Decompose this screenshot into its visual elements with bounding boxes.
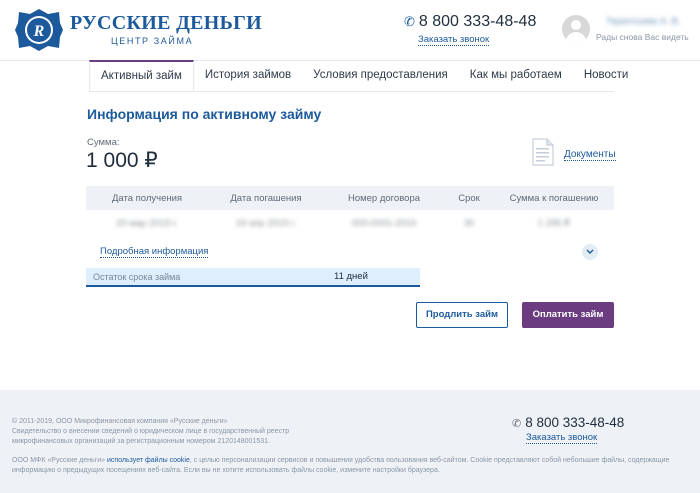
site-header: R РУССКИЕ ДЕНЬГИ ЦЕНТР ЗАЙМА ✆ 8 800 333-… <box>0 0 700 60</box>
table-cell: 30 <box>463 217 475 229</box>
table-row: 20 мар 2019 г. 19 апр 2019 г. 000-0001-2… <box>86 210 614 236</box>
term-label: Остаток срока займа <box>93 272 181 282</box>
header-phone[interactable]: ✆ 8 800 333-48-48 <box>404 13 536 31</box>
table-cell: 20 мар 2019 г. <box>116 217 178 229</box>
table-cell: 000-0001-2019 <box>351 217 417 229</box>
header-phone-number: 8 800 333-48-48 <box>418 13 537 30</box>
extend-loan-button[interactable]: Продлить займ <box>416 302 508 328</box>
tab-active-loan[interactable]: Активный займ <box>89 60 194 92</box>
footer-cert-line2: микрофинансовых организаций за регистрац… <box>12 438 270 445</box>
callback-link[interactable]: Заказать звонок <box>418 34 490 46</box>
chevron-down-icon <box>586 249 594 254</box>
table-header: Дата получения Дата погашения Номер дого… <box>86 186 614 210</box>
header-cell-repay-date: Дата погашения <box>230 192 302 204</box>
tabs-bottom-divider <box>89 91 614 92</box>
brand-subtitle: ЦЕНТР ЗАЙМА <box>111 36 194 46</box>
tab-news[interactable]: Новости <box>573 60 640 92</box>
term-value: 11 дней <box>334 271 368 282</box>
document-icon[interactable] <box>532 138 554 166</box>
amount-label: Сумма: <box>87 137 120 148</box>
pay-loan-button[interactable]: Оплатить займ <box>522 302 614 328</box>
footer-cert-line1: Свидетельство о внесении сведений о юрид… <box>12 428 290 435</box>
tab-loan-history[interactable]: История займов <box>194 60 302 92</box>
cookie-prefix: ООО МФК «Русские деньги» <box>12 457 106 464</box>
svg-text:R: R <box>33 23 45 40</box>
tab-conditions[interactable]: Условия предоставления <box>302 60 459 92</box>
header-cell-term: Срок <box>458 192 480 204</box>
phone-icon: ✆ <box>512 418 522 430</box>
footer-phone-number: 8 800 333-48-48 <box>525 415 625 430</box>
phone-icon: ✆ <box>404 14 415 29</box>
term-remaining-bar: Остаток срока займа 11 дней <box>86 268 420 287</box>
logo-icon[interactable]: R <box>14 8 64 52</box>
header-cell-contract: Номер договора <box>347 192 421 204</box>
main-tabs: Активный займ История займов Условия пре… <box>89 60 639 92</box>
page-title: Информация по активному займу <box>87 106 322 122</box>
expand-button[interactable] <box>582 244 598 260</box>
tab-how-we-work[interactable]: Как мы работаем <box>459 60 573 92</box>
table-cell: 1 295 ₽ <box>537 217 571 229</box>
footer-phone[interactable]: ✆ 8 800 333-48-48 <box>512 415 624 430</box>
avatar-body <box>566 32 586 43</box>
loan-table: Дата получения Дата погашения Номер дого… <box>86 186 614 236</box>
amount-value: 1 000 ₽ <box>86 149 158 172</box>
more-info-link[interactable]: Подробная информация <box>100 246 209 258</box>
header-cell-repay-sum: Сумма к погашению <box>509 192 599 204</box>
brand-name: РУССКИЕ ДЕНЬГИ <box>70 12 263 34</box>
footer-copyright: © 2011-2019, ООО Микрофинансовая компани… <box>12 418 228 425</box>
cookie-notice: ООО МФК «Русские деньги» использует файл… <box>12 456 672 476</box>
cookie-link[interactable]: использует файлы cookie <box>107 457 190 464</box>
user-greeting: Рады снова Вас видеть <box>596 32 689 42</box>
user-name[interactable]: Терентьева А. В. <box>606 16 686 27</box>
avatar[interactable] <box>562 15 590 43</box>
footer-legal: © 2011-2019, ООО Микрофинансовая компани… <box>12 417 312 447</box>
header-cell-issue-date: Дата получения <box>111 192 183 204</box>
documents-link[interactable]: Документы <box>564 149 616 161</box>
footer-callback-link[interactable]: Заказать звонок <box>526 432 598 444</box>
table-cell: 19 апр 2019 г. <box>235 217 297 229</box>
avatar-head <box>571 20 581 30</box>
